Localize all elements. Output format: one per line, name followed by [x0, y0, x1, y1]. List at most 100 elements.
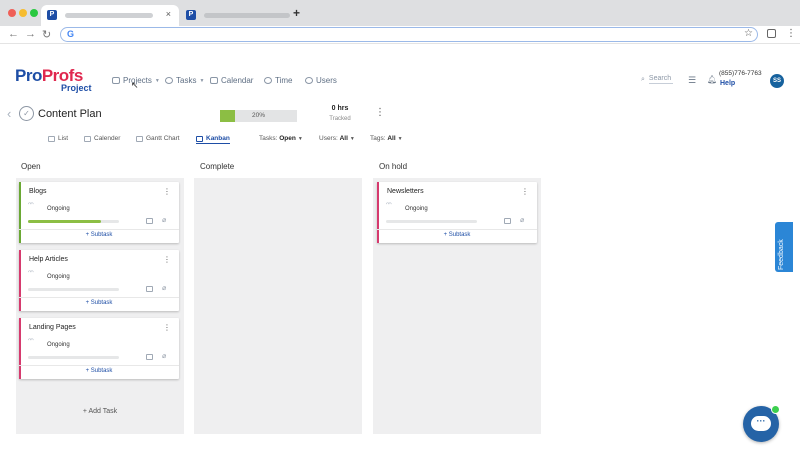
nav-label: Tasks: [176, 76, 197, 85]
calendar-icon: [84, 135, 91, 142]
add-task-button[interactable]: + Add Task: [16, 408, 184, 415]
card-menu-icon[interactable]: ⋮: [521, 187, 529, 196]
online-status-dot: [771, 405, 780, 414]
users-filter[interactable]: Users: All ▼: [319, 135, 355, 142]
back-chevron-icon[interactable]: ‹: [7, 106, 11, 121]
window-close-button[interactable]: [8, 9, 16, 17]
assignees-icon[interactable]: ᴖᴖ: [386, 202, 392, 208]
project-title: Content Plan: [38, 108, 102, 120]
caret-down-icon: ▼: [397, 136, 403, 142]
task-card[interactable]: Newsletters ⋮ ᴖᴖ Ongoing ⌀ + Subtask: [377, 182, 537, 243]
card-menu-icon[interactable]: ⋮: [163, 187, 171, 196]
kanban-icon: [196, 135, 203, 142]
filter-label: Tasks:: [259, 135, 278, 142]
tab-gantt[interactable]: Gantt Chart: [136, 135, 180, 142]
tab-calendar[interactable]: Calender: [84, 135, 120, 142]
card-divider: [19, 297, 179, 298]
card-menu-icon[interactable]: ⋮: [163, 255, 171, 264]
attachment-icon[interactable]: ⌀: [162, 216, 166, 224]
add-subtask-button[interactable]: + Subtask: [19, 368, 179, 374]
check-circle-icon: [165, 77, 173, 84]
tasks-filter[interactable]: Tasks: Open ▼: [259, 135, 303, 142]
caret-down-icon: ▼: [349, 136, 355, 142]
attachment-icon[interactable]: ⌀: [162, 284, 166, 292]
nav-label: Calendar: [221, 76, 254, 85]
add-subtask-button[interactable]: + Subtask: [19, 232, 179, 238]
chevron-down-icon: ▼: [199, 77, 205, 84]
tab-label: Kanban: [206, 135, 230, 142]
caret-down-icon: ▼: [297, 136, 303, 142]
card-title[interactable]: Blogs: [29, 188, 47, 195]
browser-tab-inactive[interactable]: P: [180, 5, 292, 26]
nav-users[interactable]: Users: [305, 76, 337, 85]
task-card[interactable]: Landing Pages ⋮ ᴖᴖ Ongoing ⌀ + Subtask: [19, 318, 179, 379]
user-icon: [305, 77, 313, 84]
add-subtask-button[interactable]: + Subtask: [377, 232, 537, 238]
progress-label: 20%: [251, 112, 265, 119]
comment-icon[interactable]: [504, 218, 511, 224]
search-input[interactable]: Search: [648, 75, 673, 84]
avatar[interactable]: SS: [770, 74, 784, 88]
browser-tab-active[interactable]: P ×: [41, 5, 179, 26]
assignees-icon[interactable]: ᴖᴖ: [28, 202, 34, 208]
comment-icon[interactable]: [146, 218, 153, 224]
tags-filter[interactable]: Tags: All ▼: [370, 135, 403, 142]
chat-bubble-icon: ···: [751, 416, 771, 431]
filter-label: Users:: [319, 135, 338, 142]
column-complete: [194, 178, 362, 434]
mouse-cursor-icon: ↖: [131, 80, 139, 90]
task-card[interactable]: Help Articles ⋮ ᴖᴖ Ongoing ⌀ + Subtask: [19, 250, 179, 311]
bookmark-star-icon[interactable]: ☆: [744, 28, 753, 39]
gantt-icon: [136, 135, 143, 142]
logo-subtitle: Project: [61, 83, 92, 93]
extensions-icon[interactable]: [767, 29, 776, 38]
bell-icon[interactable]: 🔔︎: [707, 75, 717, 84]
filter-label: Tags:: [370, 135, 386, 142]
nav-tasks[interactable]: Tasks ▼: [165, 76, 204, 85]
card-title[interactable]: Help Articles: [29, 256, 68, 263]
nav-calendar[interactable]: Calendar: [210, 76, 253, 85]
logo-text-pro: Pro: [15, 66, 42, 85]
card-status: Ongoing: [47, 274, 70, 280]
feedback-tab[interactable]: Feedback: [775, 222, 793, 272]
back-arrow-icon[interactable]: ←: [8, 28, 19, 40]
nav-time[interactable]: Time: [264, 76, 292, 85]
assignees-icon[interactable]: ᴖᴖ: [28, 338, 34, 344]
card-divider: [377, 229, 537, 230]
new-tab-button[interactable]: +: [293, 6, 300, 20]
attachment-icon[interactable]: ⌀: [162, 352, 166, 360]
card-menu-icon[interactable]: ⋮: [163, 323, 171, 332]
project-menu-icon[interactable]: ⋮: [375, 107, 385, 118]
tab-close-icon[interactable]: ×: [166, 9, 171, 19]
browser-menu-icon[interactable]: ⋮: [786, 28, 796, 39]
list-menu-icon[interactable]: ☰: [688, 75, 696, 86]
column-title-on-hold: On hold: [379, 162, 408, 171]
help-link[interactable]: Help: [720, 80, 735, 87]
app-header: ProProfs Project Projects ▼ Tasks ▼ Cale…: [0, 44, 800, 98]
complete-project-icon[interactable]: ✓: [19, 106, 34, 121]
tab-list[interactable]: List: [48, 135, 68, 142]
card-title[interactable]: Landing Pages: [29, 324, 76, 331]
window-minimize-button[interactable]: [19, 9, 27, 17]
filter-value: All: [339, 135, 348, 142]
forward-arrow-icon[interactable]: →: [25, 28, 36, 40]
comment-icon[interactable]: [146, 354, 153, 360]
reload-icon[interactable]: ↻: [42, 28, 51, 41]
window-maximize-button[interactable]: [30, 9, 38, 17]
card-progress-fill: [28, 220, 101, 223]
tab-title: [65, 13, 153, 18]
address-bar[interactable]: G ☆: [60, 27, 758, 42]
assignees-icon[interactable]: ᴖᴖ: [28, 270, 34, 276]
card-status: Ongoing: [405, 206, 428, 212]
tab-label: Gantt Chart: [146, 135, 180, 142]
support-phone: (855)776-7763: [719, 70, 762, 77]
card-divider: [19, 365, 179, 366]
attachment-icon[interactable]: ⌀: [520, 216, 524, 224]
card-title[interactable]: Newsletters: [387, 188, 424, 195]
card-progress-bar: [386, 220, 477, 223]
add-subtask-button[interactable]: + Subtask: [19, 300, 179, 306]
search-box[interactable]: ⌕ Search: [641, 75, 673, 84]
tab-kanban[interactable]: Kanban: [196, 135, 230, 144]
task-card[interactable]: Blogs ⋮ ᴖᴖ Ongoing ⌀ + Subtask: [19, 182, 179, 243]
comment-icon[interactable]: [146, 286, 153, 292]
